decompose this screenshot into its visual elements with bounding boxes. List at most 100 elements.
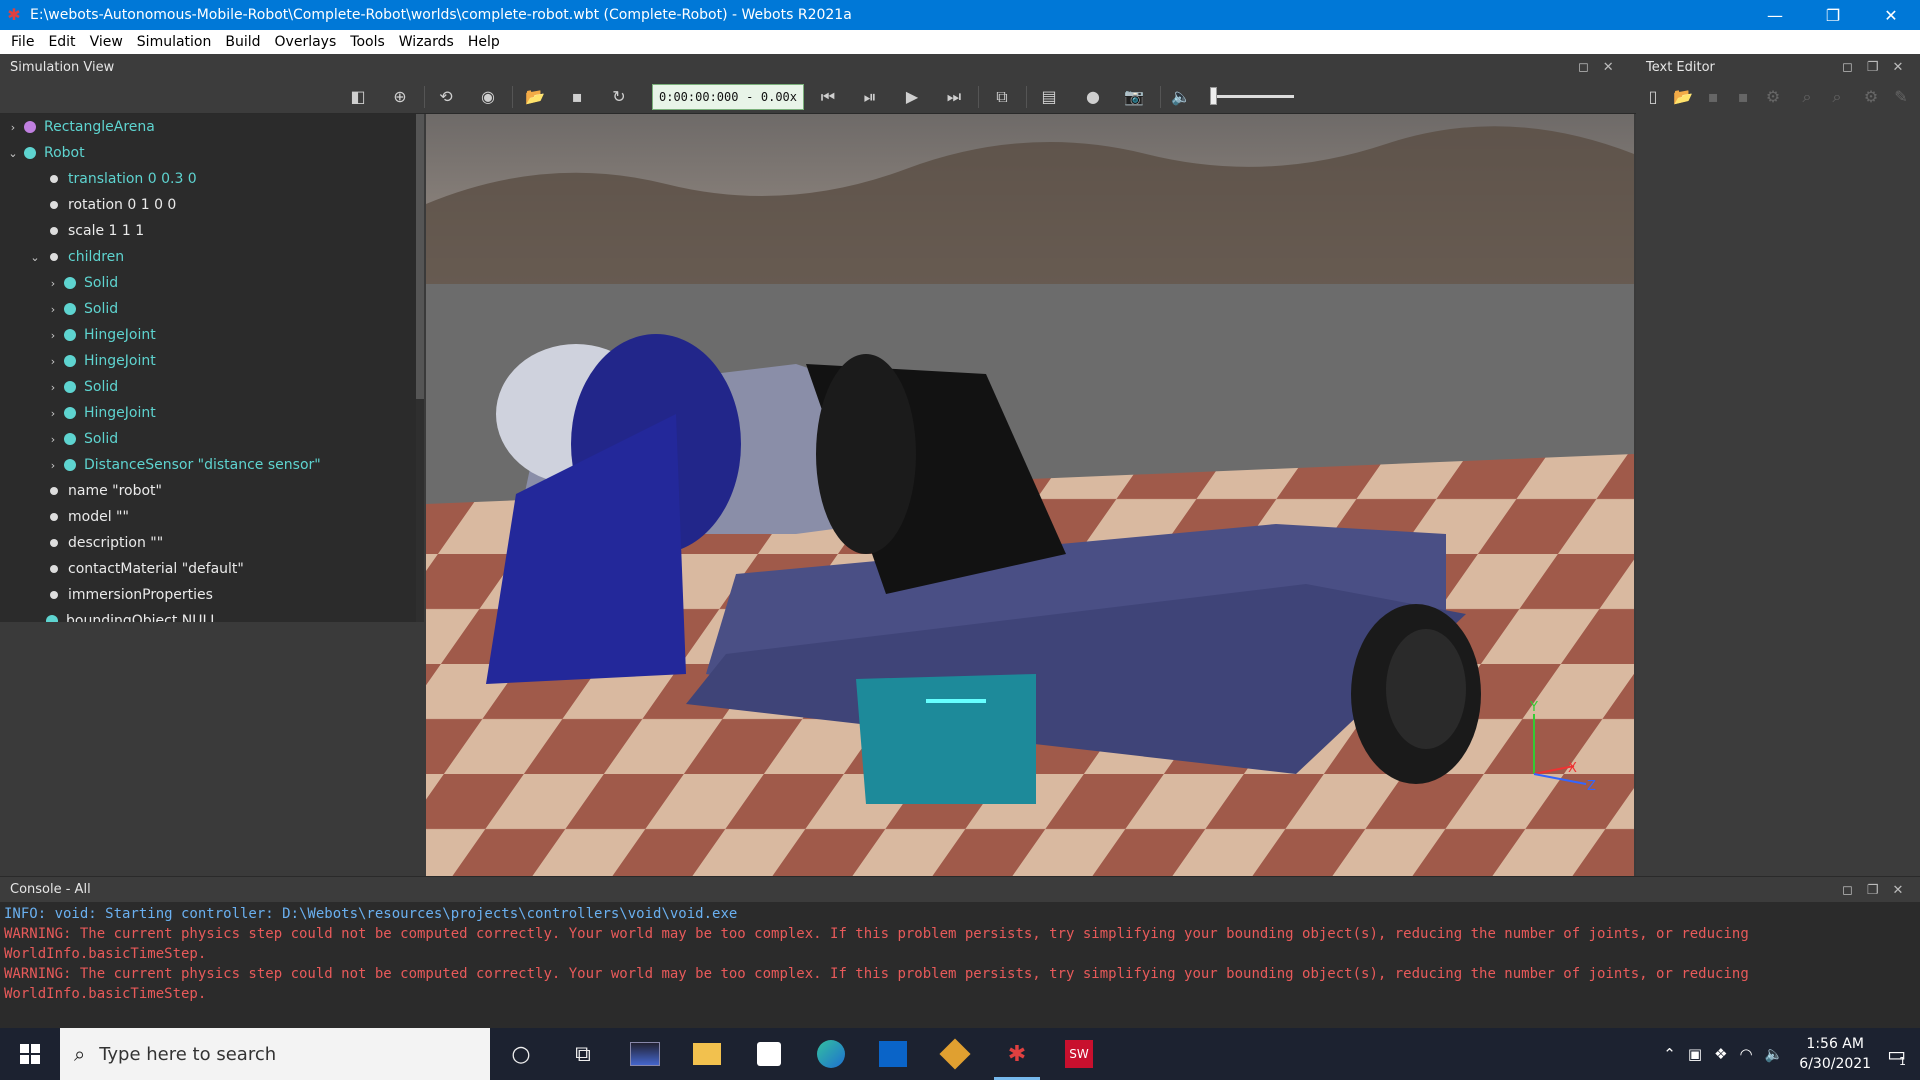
scene-tree-item[interactable]: immersionProperties — [28, 582, 213, 608]
new-file-icon[interactable]: ▯ — [1640, 86, 1666, 108]
scene-tree-item[interactable]: › RectangleArena — [6, 114, 155, 140]
chevron-right-icon[interactable]: › — [46, 407, 60, 420]
open-file-icon[interactable]: 📂 — [1670, 86, 1696, 108]
float-icon[interactable]: ❐ — [1867, 60, 1879, 75]
replace-icon[interactable]: ⌕ — [1824, 86, 1850, 108]
scene-tree-item[interactable]: model "" — [28, 504, 129, 530]
scene-tree-item[interactable]: rotation 0 1 0 0 — [28, 192, 176, 218]
open-world-icon[interactable]: 📂 — [522, 86, 548, 108]
clean-icon[interactable]: ✎ — [1888, 86, 1914, 108]
menu-overlays[interactable]: Overlays — [268, 34, 344, 50]
scene-tree-item[interactable]: contactMaterial "default" — [28, 556, 244, 582]
scene-tree-item[interactable]: › Solid — [46, 270, 118, 296]
edge-icon[interactable] — [800, 1028, 862, 1080]
file-explorer-icon[interactable] — [676, 1028, 738, 1080]
restore-viewpoint-icon[interactable]: ⟲ — [433, 86, 459, 108]
scene-tree-item[interactable]: › HingeJoint — [46, 348, 156, 374]
notification-center-icon[interactable]: ▭ 1 — [1887, 1042, 1906, 1068]
record-animation-icon[interactable]: ● — [1080, 86, 1106, 108]
screenshot-icon[interactable]: 📷 — [1121, 86, 1147, 108]
volume-slider-track[interactable] — [1210, 95, 1294, 98]
chevron-right-icon[interactable]: › — [46, 329, 60, 342]
menu-tools[interactable]: Tools — [343, 34, 392, 50]
chevron-down-icon[interactable]: ⌄ — [28, 251, 42, 264]
console-close-icon[interactable]: ✕ — [1892, 883, 1903, 898]
scene-tree-item[interactable]: › Solid — [46, 296, 118, 322]
console-float-icon[interactable]: ❐ — [1867, 883, 1879, 898]
view-eye-icon[interactable]: ◉ — [475, 86, 501, 108]
text-editor-area[interactable] — [1636, 114, 1920, 876]
step-icon[interactable]: ⏯ — [857, 86, 883, 108]
menu-build[interactable]: Build — [218, 34, 267, 50]
build-icon[interactable]: ⚙ — [1858, 86, 1884, 108]
maximize-button[interactable]: ❐ — [1804, 0, 1862, 30]
toggle-scene-tree-icon[interactable]: ◧ — [345, 86, 371, 108]
menu-help[interactable]: Help — [461, 34, 507, 50]
dropbox-tray-icon[interactable]: ❖ — [1714, 1045, 1727, 1063]
scene-tree-item[interactable]: description "" — [28, 530, 163, 556]
cortana-icon[interactable]: ○ — [490, 1028, 552, 1080]
close-button[interactable]: ✕ — [1862, 0, 1920, 30]
mute-icon[interactable]: 🔈 — [1168, 86, 1194, 108]
menu-simulation[interactable]: Simulation — [130, 34, 219, 50]
menu-edit[interactable]: Edit — [41, 34, 82, 50]
menu-file[interactable]: File — [4, 34, 41, 50]
reload-world-icon[interactable]: ↻ — [606, 86, 632, 108]
scene-tree-item[interactable]: ⌄ Robot — [6, 140, 84, 166]
scene-tree-item[interactable]: › Solid — [46, 426, 118, 452]
save-world-icon[interactable]: ▪ — [564, 86, 590, 108]
chevron-right-icon[interactable]: › — [46, 355, 60, 368]
scene-tree-item[interactable]: ⌄ children — [28, 244, 124, 270]
fast-forward-icon[interactable]: ⏭ — [941, 86, 967, 108]
menu-view[interactable]: View — [83, 34, 130, 50]
scrollbar-thumb[interactable] — [416, 114, 424, 399]
record-movie-icon[interactable]: ▤ — [1036, 86, 1062, 108]
taskbar-clock[interactable]: 1:56 AM 6/30/2021 — [1799, 1034, 1871, 1074]
close-panel-icon[interactable]: ✕ — [1603, 60, 1614, 75]
app-icon-blue[interactable] — [614, 1028, 676, 1080]
scene-tree-item[interactable]: scale 1 1 1 — [28, 218, 144, 244]
taskbar-search-box[interactable]: ⌕ Type here to search — [60, 1028, 490, 1080]
rendering-toggle-icon[interactable]: ⧉ — [989, 86, 1015, 108]
3d-viewport[interactable]: Y X Z — [426, 114, 1634, 876]
chevron-down-icon[interactable]: ⌄ — [6, 147, 20, 160]
chevron-right-icon[interactable]: › — [46, 277, 60, 290]
chevron-right-icon[interactable]: › — [46, 459, 60, 472]
gitkraken-icon[interactable] — [924, 1028, 986, 1080]
outlook-icon[interactable] — [862, 1028, 924, 1080]
store-icon[interactable] — [738, 1028, 800, 1080]
save-file-icon[interactable]: ▪ — [1700, 86, 1726, 108]
scene-tree-item[interactable]: › HingeJoint — [46, 400, 156, 426]
chevron-right-icon[interactable]: › — [46, 303, 60, 316]
save-all-icon[interactable]: ▪ — [1730, 86, 1756, 108]
task-view-icon[interactable]: ⧉ — [552, 1028, 614, 1080]
menu-wizards[interactable]: Wizards — [392, 34, 461, 50]
add-node-icon[interactable]: ⊕ — [387, 86, 413, 108]
reset-simulation-icon[interactable]: ⏮ — [815, 86, 841, 108]
revert-icon[interactable]: ⚙ — [1760, 86, 1786, 108]
close-text-editor-icon[interactable]: ✕ — [1892, 60, 1903, 75]
webots-taskbar-icon[interactable]: ✱ — [986, 1028, 1048, 1080]
volume-icon[interactable]: 🔈 — [1765, 1045, 1784, 1063]
console-dock-icon[interactable]: ◻ — [1842, 883, 1853, 898]
scene-tree-item[interactable]: name "robot" — [28, 478, 162, 504]
find-icon[interactable]: ⌕ — [1794, 86, 1820, 108]
dock-icon[interactable]: ◻ — [1842, 60, 1853, 75]
scene-tree-scrollbar[interactable] — [416, 114, 424, 622]
console-output[interactable]: INFO: void: Starting controller: D:\Webo… — [0, 902, 1920, 1028]
scene-tree-item[interactable]: › HingeJoint — [46, 322, 156, 348]
scene-tree-item[interactable]: › DistanceSensor "distance sensor" — [46, 452, 321, 478]
solidworks-icon[interactable]: SW — [1048, 1028, 1110, 1080]
float-panel-icon[interactable]: ◻ — [1578, 60, 1589, 75]
minimize-button[interactable]: — — [1746, 0, 1804, 30]
chevron-right-icon[interactable]: › — [46, 381, 60, 394]
volume-slider-handle[interactable] — [1210, 87, 1217, 105]
scene-tree-item[interactable]: translation 0 0.3 0 — [28, 166, 197, 192]
wifi-icon[interactable]: ◠ — [1740, 1045, 1753, 1063]
scene-tree-item[interactable]: › Solid — [46, 374, 118, 400]
chevron-right-icon[interactable]: › — [6, 121, 20, 134]
outlook-tray-icon[interactable]: ▣ — [1688, 1045, 1702, 1063]
scene-tree-item[interactable]: boundingObject NULL — [28, 608, 218, 622]
show-hidden-icons-icon[interactable]: ⌃ — [1663, 1045, 1676, 1063]
start-button[interactable] — [0, 1028, 60, 1080]
